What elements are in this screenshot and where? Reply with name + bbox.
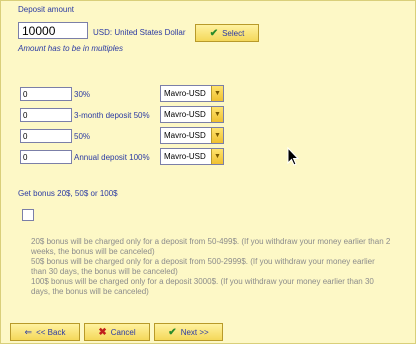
next-button-label: Next >>: [180, 327, 209, 337]
deposit-amount-title: Deposit amount: [18, 5, 75, 14]
back-arrow-icon: ⇐: [24, 326, 33, 337]
currency-label: USD: United States Dollar: [93, 28, 186, 37]
plan-currency-select[interactable]: Mavro-USD ▼: [160, 106, 224, 123]
plan-currency-value: Mavro-USD: [164, 131, 206, 140]
select-button[interactable]: ✔ Select: [195, 24, 259, 42]
plan-amount-input[interactable]: [20, 129, 72, 143]
cancel-button-label: Cancel: [110, 327, 136, 337]
chevron-down-icon[interactable]: ▼: [211, 86, 223, 101]
chevron-down-icon[interactable]: ▼: [211, 128, 223, 143]
plan-currency-value: Mavro-USD: [164, 152, 206, 161]
chevron-down-icon[interactable]: ▼: [211, 107, 223, 122]
check-icon: ✔: [168, 326, 177, 338]
plan-label: 3-month deposit 50%: [74, 111, 150, 120]
bonus-note: 20$ bonus will be charged only for a dep…: [31, 237, 391, 256]
plan-currency-value: Mavro-USD: [164, 89, 206, 98]
bonus-checkbox[interactable]: [22, 209, 34, 221]
plan-row: [20, 108, 72, 122]
plan-currency-select[interactable]: Mavro-USD ▼: [160, 148, 224, 165]
plan-currency-select[interactable]: Mavro-USD ▼: [160, 127, 224, 144]
back-button[interactable]: ⇐ << Back: [10, 323, 80, 341]
bonus-note: 100$ bonus will be charged only for a de…: [31, 277, 374, 296]
mouse-cursor-icon: [287, 147, 300, 166]
plan-amount-input[interactable]: [20, 150, 72, 164]
next-button[interactable]: ✔ Next >>: [154, 323, 223, 341]
plan-amount-input[interactable]: [20, 108, 72, 122]
deposit-wizard-panel: Deposit amount USD: United States Dollar…: [0, 0, 416, 344]
amount-hint: Amount has to be in multiples: [18, 44, 123, 53]
plan-currency-select[interactable]: Mavro-USD ▼: [160, 85, 224, 102]
plan-label: 50%: [74, 132, 91, 141]
chevron-down-icon[interactable]: ▼: [211, 149, 223, 164]
plan-amount-input[interactable]: [20, 87, 72, 101]
cancel-button[interactable]: ✖ Cancel: [84, 323, 150, 341]
plan-label: Annual deposit 100%: [74, 153, 150, 162]
deposit-amount-input[interactable]: [18, 22, 88, 39]
bonus-title: Get bonus 20$, 50$ or 100$: [18, 189, 118, 198]
cancel-icon: ✖: [98, 326, 107, 338]
plan-row: [20, 150, 72, 164]
back-button-label: << Back: [36, 327, 66, 337]
plan-row: [20, 87, 72, 101]
check-icon: ✔: [209, 27, 219, 39]
plan-currency-value: Mavro-USD: [164, 110, 206, 119]
plan-row: [20, 129, 72, 143]
plan-label: 30%: [74, 90, 91, 99]
bonus-note: 50$ bonus will be charged only for a dep…: [31, 257, 375, 276]
select-button-label: Select: [222, 28, 245, 38]
